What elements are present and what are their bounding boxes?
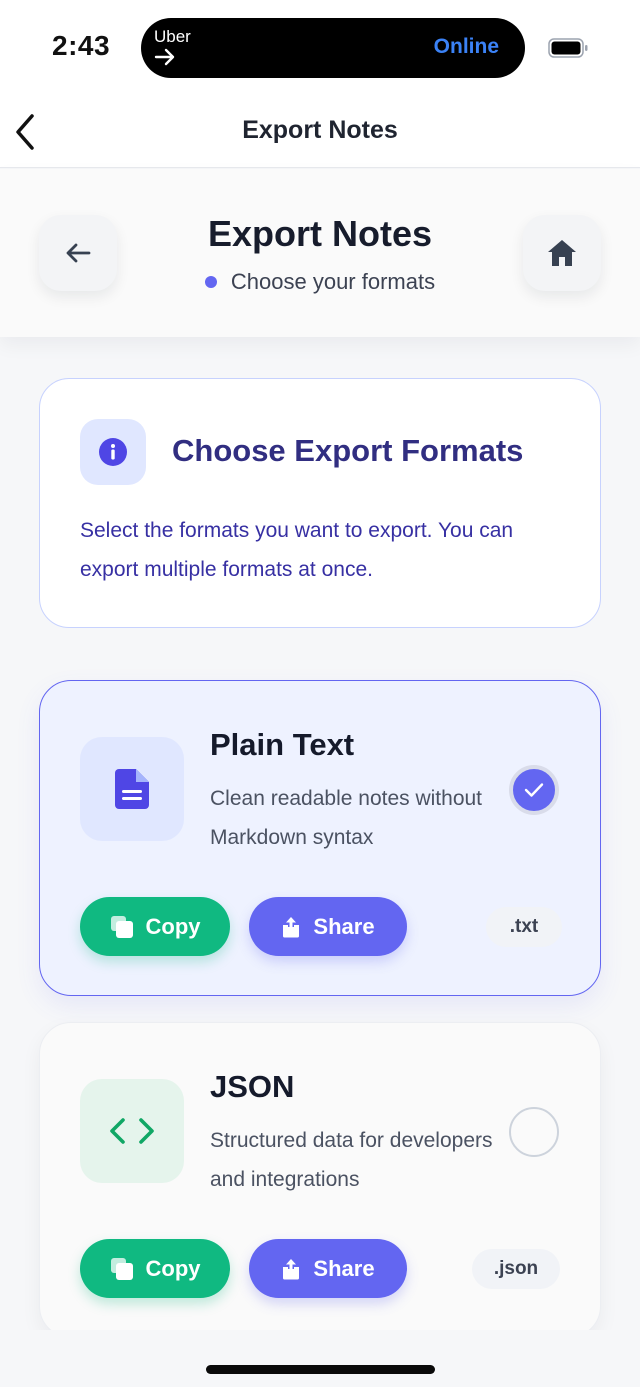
copy-button[interactable]: Copy [80, 897, 230, 956]
page-header: Export Notes Choose your formats [0, 169, 640, 337]
bottom-safe-area [0, 1330, 640, 1387]
share-button[interactable]: Share [249, 1239, 407, 1298]
share-button-label: Share [313, 913, 375, 939]
island-app-name: Uber [154, 27, 191, 46]
status-dot [204, 276, 217, 288]
copy-button-label: Copy [145, 1255, 201, 1281]
nav-title: Export Notes [242, 116, 398, 144]
info-icon [99, 438, 127, 466]
info-card-title: Choose Export Formats [172, 433, 524, 468]
extension-badge: .txt [486, 907, 562, 947]
info-card: Choose Export Formats Select the formats… [39, 378, 601, 628]
document-icon [115, 769, 149, 809]
island-status: Online [433, 35, 499, 58]
extension-badge: .json [472, 1249, 560, 1289]
copy-button[interactable]: Copy [80, 1239, 230, 1298]
navigation-bar: Export Notes [0, 96, 640, 168]
format-name: JSON [210, 1069, 295, 1104]
format-select-radio[interactable] [509, 765, 559, 815]
page-subtitle-text: Choose your formats [230, 269, 436, 294]
share-button[interactable]: Share [249, 897, 407, 956]
arrow-right-icon [154, 48, 175, 66]
info-card-text: Select the formats you want to export. Y… [80, 519, 514, 581]
copy-button-label: Copy [145, 913, 201, 939]
status-time: 2:43 [52, 30, 111, 61]
format-icon-container [80, 737, 184, 841]
battery-icon [548, 38, 588, 58]
home-indicator[interactable] [206, 1365, 435, 1374]
format-select-radio[interactable] [509, 1107, 559, 1157]
checkmark-icon [524, 783, 544, 797]
copy-icon [110, 1257, 133, 1280]
format-icon-container [80, 1079, 184, 1183]
format-card-json[interactable]: JSON Structured data for developers and … [39, 1022, 601, 1338]
format-card-plain-text[interactable]: Plain Text Clean readable notes without … [39, 680, 601, 996]
copy-icon [110, 915, 133, 938]
code-icon [110, 1118, 154, 1144]
share-icon [283, 1258, 300, 1279]
dynamic-island[interactable]: Uber Online [141, 18, 525, 78]
format-name: Plain Text [210, 727, 355, 762]
format-description: Structured data for developers and integ… [210, 1129, 493, 1191]
status-bar: 2:43 Uber Online [0, 0, 640, 96]
share-button-label: Share [313, 1255, 375, 1281]
share-icon [283, 916, 300, 937]
format-description: Clean readable notes without Markdown sy… [210, 787, 483, 849]
home-icon [548, 240, 576, 266]
info-icon-container [80, 419, 146, 485]
home-button[interactable] [523, 215, 601, 291]
